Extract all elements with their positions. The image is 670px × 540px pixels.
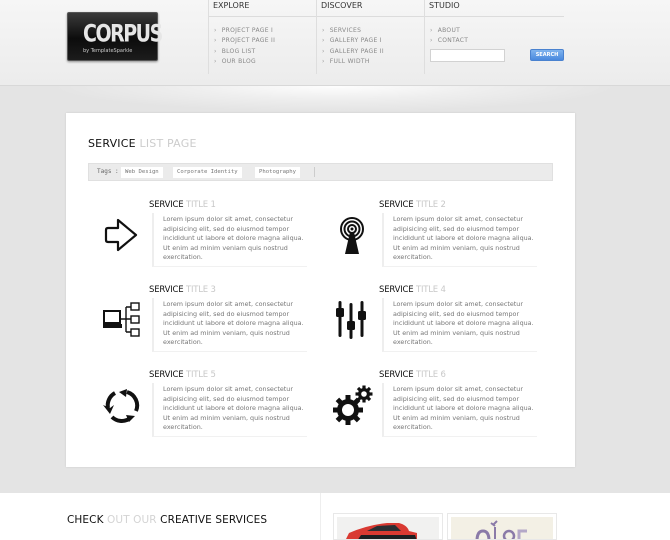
nav-link-gallery-page-1[interactable]: › GALLERY PAGE I	[322, 36, 424, 46]
nav-link-our-blog[interactable]: › OUR BLOG	[214, 57, 316, 67]
tags-bar: Tags : Web Design Corporate Identity Pho…	[88, 163, 553, 181]
service-description: Lorem ipsum dolor sit amet, consectetur …	[152, 298, 307, 352]
logo[interactable]: CORPUS by TemplateSparkle	[67, 12, 163, 61]
chevron-right-icon: ›	[430, 37, 433, 45]
service-title-strong: SERVICE	[379, 285, 414, 295]
nav-column-explore: EXPLORE › PROJECT PAGE I › PROJECT PAGE II…	[208, 0, 316, 74]
heading-part: OUT OUR	[107, 514, 157, 526]
service-title-light: TITLE 5	[185, 370, 216, 380]
service-title-light: TITLE 2	[415, 200, 446, 210]
service-item: SERVICE TITLE 1 Lorem ipsum dolor sit am…	[102, 200, 332, 280]
nav-heading-explore: EXPLORE	[209, 0, 316, 17]
page-title-light: LIST PAGE	[139, 137, 197, 150]
chevron-right-icon: ›	[214, 57, 217, 65]
service-item: SERVICE TITLE 5 Lorem ipsum dolor sit am…	[102, 370, 332, 450]
chevron-right-icon: ›	[322, 47, 325, 55]
search-input[interactable]	[430, 49, 505, 62]
nav-link-contact[interactable]: › CONTACT	[430, 36, 564, 46]
service-title: SERVICE TITLE 2	[379, 200, 446, 210]
nav-link-label: OUR BLOG	[221, 57, 256, 65]
chevron-right-icon: ›	[322, 27, 325, 34]
service-title: SERVICE TITLE 5	[149, 370, 216, 380]
nav-link-label: CONTACT	[437, 37, 469, 45]
tag-photography[interactable]: Photography	[255, 167, 301, 178]
page-title-strong: SERVICE	[88, 137, 136, 150]
gears-icon	[333, 385, 373, 425]
service-title-strong: SERVICE	[149, 200, 184, 210]
nav-link-label: GALLERY PAGE II	[329, 47, 384, 55]
logo-title: CORPUS	[83, 20, 163, 48]
service-title-light: TITLE 6	[415, 370, 446, 380]
nav-link-about[interactable]: › ABOUT	[430, 26, 564, 36]
site-header: CORPUS by TemplateSparkle EXPLORE › PROJE…	[0, 0, 670, 86]
nav-link-label: ABOUT	[437, 27, 461, 34]
search-button[interactable]: SEARCH	[530, 49, 564, 61]
network-computer-icon	[103, 302, 140, 337]
tag-corporate-identity[interactable]: Corporate Identity	[173, 167, 242, 178]
nav-heading-studio: STUDIO	[425, 0, 564, 17]
tags-label: Tags :	[97, 168, 119, 175]
service-title: SERVICE TITLE 4	[379, 285, 446, 295]
service-description: Lorem ipsum dolor sit amet, consectetur …	[382, 213, 537, 267]
nav-column-discover: DISCOVER › SERVICES › GALLERY PAGE I › GALL…	[316, 0, 424, 74]
chevron-right-icon: ›	[322, 37, 325, 45]
service-description: Lorem ipsum dolor sit amet, consectetur …	[382, 383, 537, 437]
red-car-image	[346, 523, 417, 539]
creative-services-heading: CHECK OUT OUR CREATIVE SERVICES	[67, 514, 267, 526]
chevron-right-icon: ›	[322, 57, 325, 65]
service-description: Lorem ipsum dolor sit amet, consectetur …	[152, 383, 307, 437]
section-divider	[320, 493, 321, 540]
service-title: SERVICE TITLE 3	[149, 285, 216, 295]
heading-part: CREATIVE SERVICES	[160, 514, 268, 526]
service-item: SERVICE TITLE 6 Lorem ipsum dolor sit am…	[332, 370, 562, 450]
logo-subtitle: by TemplateSparkle	[83, 48, 133, 54]
service-title-strong: SERVICE	[149, 370, 184, 380]
nav-link-gallery-page-2[interactable]: › GALLERY PAGE II	[322, 47, 424, 57]
nav-link-full-width[interactable]: › FULL WIDTH	[322, 57, 424, 67]
nav-link-label: BLOG LIST	[221, 47, 256, 55]
tag-web-design[interactable]: Web Design	[121, 167, 163, 178]
nav-link-label: FULL WIDTH	[329, 57, 370, 65]
nav-link-label: SERVICES	[329, 27, 362, 34]
chevron-right-icon: ›	[214, 47, 217, 55]
header-glow	[0, 86, 670, 116]
heading-part: CHECK	[67, 514, 104, 526]
service-description: Lorem ipsum dolor sit amet, consectetur …	[382, 298, 537, 352]
nav-heading-discover: DISCOVER	[317, 0, 424, 17]
nav-link-services[interactable]: › SERVICES	[322, 26, 424, 36]
chevron-right-icon: ›	[214, 27, 217, 34]
service-title: SERVICE TITLE 1	[149, 200, 216, 210]
sliders-icon	[336, 301, 366, 339]
arrow-right-icon	[104, 218, 138, 252]
creative-services-section: CHECK OUT OUR CREATIVE SERVICES	[0, 493, 670, 540]
service-item: SERVICE TITLE 4 Lorem ipsum dolor sit am…	[332, 285, 562, 365]
service-item: SERVICE TITLE 2 Lorem ipsum dolor sit am…	[332, 200, 562, 280]
nav-link-label: GALLERY PAGE I	[329, 37, 382, 45]
nav-link-blog-list[interactable]: › BLOG LIST	[214, 47, 316, 57]
service-title-strong: SERVICE	[379, 370, 414, 380]
nav-link-label: PROJECT PAGE II	[221, 37, 276, 45]
tags-divider	[314, 167, 315, 177]
refresh-cycle-icon	[103, 389, 140, 423]
service-description: Lorem ipsum dolor sit amet, consectetur …	[152, 213, 307, 267]
nav-link-project-page-1[interactable]: › PROJECT PAGE I	[214, 26, 316, 36]
service-title: SERVICE TITLE 6	[379, 370, 446, 380]
broadcast-tower-icon	[340, 217, 364, 254]
illustration-thumbnail[interactable]	[447, 513, 557, 540]
service-title-light: TITLE 1	[185, 200, 216, 210]
service-item: SERVICE TITLE 3 Lorem ipsum dolor sit am…	[102, 285, 332, 365]
nav-link-project-page-2[interactable]: › PROJECT PAGE II	[214, 36, 316, 46]
chevron-right-icon: ›	[214, 37, 217, 45]
service-title-light: TITLE 3	[185, 285, 216, 295]
nav-link-label: PROJECT PAGE I	[221, 27, 274, 34]
service-title-strong: SERVICE	[379, 200, 414, 210]
services-panel: SERVICE LIST PAGE Tags : Web Design Corp…	[66, 113, 575, 467]
illustration-image	[475, 520, 527, 539]
service-title-strong: SERVICE	[149, 285, 184, 295]
page-title: SERVICE LIST PAGE	[88, 137, 197, 150]
chevron-right-icon: ›	[430, 27, 433, 34]
service-title-light: TITLE 4	[415, 285, 446, 295]
red-car-thumbnail[interactable]	[333, 513, 443, 540]
nav-column-studio: STUDIO › ABOUT › CONTACT	[424, 0, 564, 74]
